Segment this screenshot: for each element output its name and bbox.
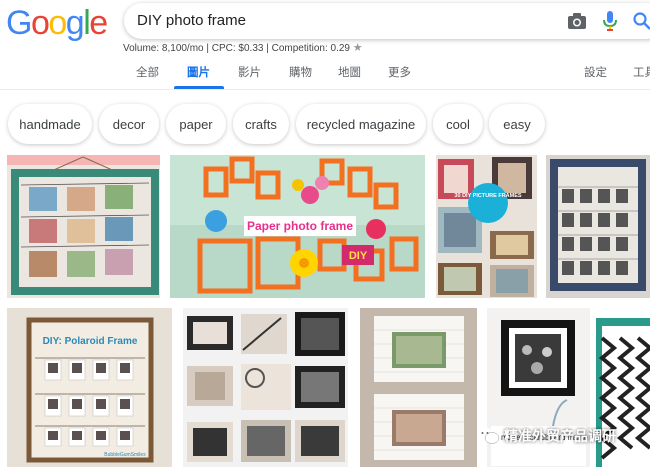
tab-more[interactable]: 更多: [388, 64, 411, 80]
keyword-stats-text: Volume: 8,100/mo | CPC: $0.33 | Competit…: [123, 43, 350, 54]
image-result-6[interactable]: [183, 308, 348, 467]
tab-images[interactable]: 圖片: [187, 64, 210, 80]
camera-icon[interactable]: [567, 12, 587, 30]
tab-maps[interactable]: 地圖: [338, 64, 361, 80]
tab-shopping[interactable]: 購物: [289, 64, 312, 80]
search-input[interactable]: DIY photo frame: [137, 12, 246, 29]
watermark-text: 精准外贸产品调研: [504, 428, 616, 444]
star-icon[interactable]: ★: [353, 42, 363, 54]
search-tabs: 全部 圖片 影片 購物 地圖 更多 設定 工具: [0, 56, 650, 90]
image-2-banner-text: Paper photo frame: [247, 219, 353, 233]
tab-all[interactable]: 全部: [136, 64, 159, 80]
chip-recycled-magazine[interactable]: recycled magazine: [296, 104, 426, 144]
image-result-2[interactable]: Paper photo frame DIY: [170, 155, 425, 298]
wechat-watermark: 精准外贸产品调研: [476, 426, 616, 446]
microphone-icon[interactable]: [602, 10, 618, 32]
image-5-credit: BubbleGumSmiles: [104, 452, 146, 458]
image-result-5[interactable]: DIY: Polaroid Frame BubbleGumSmiles: [7, 308, 172, 467]
chip-paper[interactable]: paper: [166, 104, 226, 144]
search-box[interactable]: DIY photo frame: [124, 3, 650, 39]
chip-easy[interactable]: easy: [489, 104, 545, 144]
wechat-icon: [477, 427, 500, 444]
tab-settings[interactable]: 設定: [584, 64, 607, 80]
image-result-1[interactable]: [7, 155, 160, 298]
keyword-stats-bar: Volume: 8,100/mo | CPC: $0.33 | Competit…: [123, 41, 363, 54]
chip-crafts[interactable]: crafts: [233, 104, 289, 144]
image-result-3[interactable]: 30 DIY PICTURE FRAMES: [436, 155, 537, 298]
tab-videos[interactable]: 影片: [238, 64, 261, 80]
image-2-diy-label: DIY: [349, 250, 368, 262]
image-5-title: DIY: Polaroid Frame: [43, 336, 138, 347]
search-icon[interactable]: [632, 11, 650, 31]
image-result-7[interactable]: [360, 308, 477, 467]
chip-handmade[interactable]: handmade: [8, 104, 92, 144]
active-tab-indicator: [174, 86, 224, 89]
tab-tools[interactable]: 工具: [633, 64, 650, 80]
image-3-badge-text: 30 DIY PICTURE FRAMES: [454, 193, 521, 199]
image-result-4[interactable]: [546, 155, 650, 298]
google-logo[interactable]: Google: [6, 4, 108, 43]
chip-cool[interactable]: cool: [433, 104, 483, 144]
chip-decor[interactable]: decor: [99, 104, 159, 144]
